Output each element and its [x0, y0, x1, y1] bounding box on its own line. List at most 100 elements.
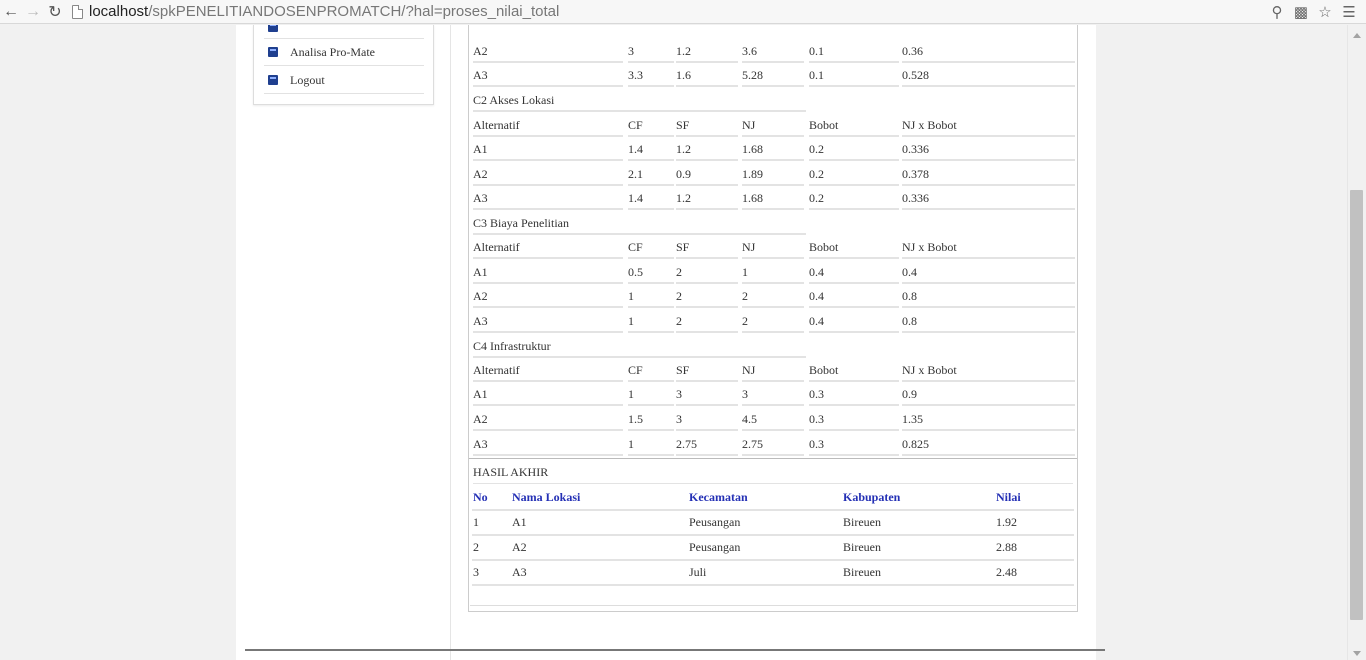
- table-row: 1 A1 Peusangan Bireuen 1.92: [472, 511, 1074, 536]
- sidebar-item-analisa[interactable]: Analisa Pro-Mate: [264, 39, 424, 66]
- cell-bobot: 0.1: [809, 39, 899, 63]
- cell-nj-bobot: 0.336: [902, 137, 1075, 161]
- cell-bobot: 0.3: [809, 407, 899, 431]
- cell-nj-bobot: 1.35: [902, 407, 1075, 431]
- criteria-title: C4 Infrastruktur: [473, 334, 806, 358]
- cell-cf: 0.5: [628, 260, 674, 284]
- header-cf: CF: [628, 235, 674, 259]
- cell-nj: 1.68: [742, 186, 804, 210]
- star-icon[interactable]: ☆: [1316, 3, 1334, 21]
- cell-cf: 1: [628, 284, 674, 308]
- header-alternatif: Alternatif: [473, 113, 623, 137]
- header-kabupaten: Kabupaten: [843, 490, 901, 504]
- zoom-icon[interactable]: ⚲: [1268, 3, 1286, 21]
- menu-icon[interactable]: ☰: [1340, 3, 1358, 21]
- cell-nj-bobot: 0.8: [902, 284, 1075, 308]
- cell-bobot: 0.2: [809, 162, 899, 186]
- scroll-up-arrow-icon[interactable]: [1353, 33, 1361, 38]
- cell-alternatif: A2: [473, 39, 623, 63]
- header-kecamatan: Kecamatan: [689, 490, 748, 504]
- header-nj-bobot: NJ x Bobot: [902, 358, 1075, 382]
- cell-sf: 3: [676, 407, 738, 431]
- cell-nj: 4.5: [742, 407, 804, 431]
- cell-cf: 1.4: [628, 137, 674, 161]
- panel-footer-divider: [470, 605, 1076, 606]
- sidebar-item-label: Analisa Pro-Mate: [290, 44, 375, 59]
- sidebar-item-cut[interactable]: [264, 25, 424, 39]
- cell-nj-bobot: 0.9: [902, 382, 1075, 406]
- header-bobot: Bobot: [809, 113, 899, 137]
- cell-nama-lokasi: A1: [512, 515, 527, 529]
- scrollbar-thumb[interactable]: [1350, 190, 1363, 620]
- cell-kabupaten: Bireuen: [843, 540, 881, 554]
- header-sf: SF: [676, 358, 738, 382]
- cell-nj: 2.75: [742, 432, 804, 456]
- cell-alternatif: A2: [473, 284, 623, 308]
- cell-sf: 0.9: [676, 162, 738, 186]
- cell-bobot: 0.4: [809, 284, 899, 308]
- header-cf: CF: [628, 113, 674, 137]
- cell-kecamatan: Peusangan: [689, 540, 741, 554]
- cell-sf: 1.2: [676, 39, 738, 63]
- cell-cf: 3: [628, 39, 674, 63]
- header-bobot: Bobot: [809, 235, 899, 259]
- cell-bobot: 0.4: [809, 260, 899, 284]
- header-nilai: Nilai: [996, 490, 1021, 504]
- cell-nama-lokasi: A2: [512, 540, 527, 554]
- cell-bobot: 0.3: [809, 382, 899, 406]
- cell-cf: 3.3: [628, 63, 674, 87]
- browser-toolbar: ← → ↻ localhost/spkPENELITIANDOSENPROMAT…: [0, 0, 1366, 24]
- sidebar-item-logout[interactable]: Logout: [264, 67, 424, 94]
- cell-nj: 3: [742, 382, 804, 406]
- cell-alternatif: A3: [473, 432, 623, 456]
- header-nj: NJ: [742, 113, 804, 137]
- header-nj-bobot: NJ x Bobot: [902, 235, 1075, 259]
- header-nj: NJ: [742, 358, 804, 382]
- cell-nj: 2: [742, 309, 804, 333]
- cell-bobot: 0.4: [809, 309, 899, 333]
- cell-nj-bobot: 0.336: [902, 186, 1075, 210]
- reload-icon[interactable]: ↻: [44, 1, 66, 23]
- section-divider: [469, 458, 1077, 459]
- cell-alternatif: A2: [473, 162, 623, 186]
- cell-sf: 2: [676, 284, 738, 308]
- criteria-title: C3 Biaya Penelitian: [473, 211, 806, 235]
- page-bottom-line: [245, 649, 1105, 651]
- cell-nj: 2: [742, 284, 804, 308]
- scroll-down-arrow-icon[interactable]: [1353, 651, 1361, 656]
- cell-no: 1: [473, 515, 479, 529]
- page-background-right: [1096, 25, 1346, 660]
- cell-alternatif: A2: [473, 407, 623, 431]
- translate-icon[interactable]: ▩: [1292, 3, 1310, 21]
- cell-sf: 3: [676, 382, 738, 406]
- address-bar[interactable]: localhost/spkPENELITIANDOSENPROMATCH/?ha…: [72, 1, 1268, 23]
- cell-alternatif: A1: [473, 137, 623, 161]
- cell-nj: 5.28: [742, 63, 804, 87]
- cell-no: 3: [473, 565, 479, 579]
- cell-sf: 1.6: [676, 63, 738, 87]
- cell-nilai: 2.48: [996, 565, 1017, 579]
- table-row: 3 A3 Juli Bireuen 2.48: [472, 561, 1074, 586]
- header-cf: CF: [628, 358, 674, 382]
- cell-no: 2: [473, 540, 479, 554]
- cell-kecamatan: Juli: [689, 565, 707, 579]
- cell-kabupaten: Bireuen: [843, 515, 881, 529]
- header-sf: SF: [676, 113, 738, 137]
- back-arrow-icon[interactable]: ←: [0, 1, 22, 23]
- cell-sf: 2: [676, 260, 738, 284]
- cell-kabupaten: Bireuen: [843, 565, 881, 579]
- cell-nilai: 1.92: [996, 515, 1017, 529]
- forward-arrow-icon[interactable]: →: [22, 1, 44, 23]
- vertical-scrollbar[interactable]: [1347, 25, 1366, 660]
- header-nama-lokasi: Nama Lokasi: [512, 490, 581, 504]
- menu-item-icon: [268, 25, 278, 32]
- cell-kecamatan: Peusangan: [689, 515, 741, 529]
- page-icon: [72, 4, 83, 19]
- cell-cf: 1: [628, 432, 674, 456]
- cell-sf: 2.75: [676, 432, 738, 456]
- header-bobot: Bobot: [809, 358, 899, 382]
- header-sf: SF: [676, 235, 738, 259]
- url-text[interactable]: localhost/spkPENELITIANDOSENPROMATCH/?ha…: [89, 3, 559, 20]
- cell-nj-bobot: 0.36: [902, 39, 1075, 63]
- url-path: /spkPENELITIANDOSENPROMATCH/?hal=proses_…: [148, 3, 560, 20]
